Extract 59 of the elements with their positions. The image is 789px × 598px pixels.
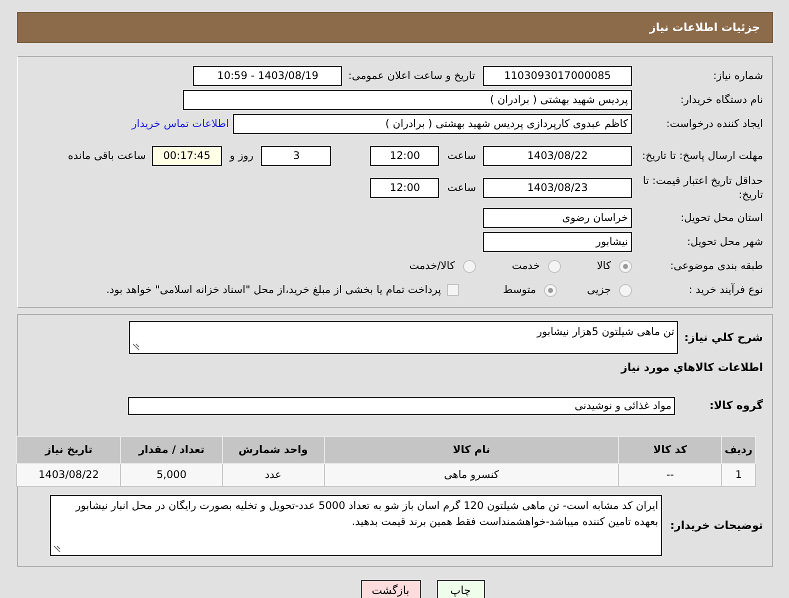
goods-heading: اطلاعات کالاهاي مورد نیاز (620, 360, 763, 376)
goods-group-field: مواد غذائی و نوشیدنی (128, 397, 676, 415)
header-title: جزئیات اطلاعات نیاز (650, 21, 760, 34)
print-button[interactable]: چاپ (436, 580, 484, 598)
buyer-org-field: پردیس شهید بهشتی ( برادران ) (183, 90, 632, 110)
table-cell: کنسرو ماهی (324, 464, 619, 486)
field-label: شهر محل تحویل: (686, 235, 764, 249)
contact-info-link[interactable]: اطلاعات تماس خریدار (132, 118, 229, 130)
field-label: گروه کالا: (709, 398, 763, 414)
announce-date-field: 1403/08/19 - 10:59 (193, 66, 342, 86)
treasury-note: پرداخت تمام یا بخشی از مبلغ خرید،از محل "اسناد خزانه اسلامی" خواهد بود. (106, 284, 442, 296)
field-label: طبقه بندی موضوعی: (669, 259, 764, 273)
field-label: حداقل تاریخ اعتبار قیمت: تا تاریخ: (642, 174, 764, 202)
buyer-notes-textarea[interactable]: ایران کد مشابه است- تن ماهی شیلتون 120 گرم اسان باز شو به تعداد 5000 عدد-تحویل و تخلیه بصورت رایگان در محل انبار نیشابور بعهده تامین کننده میباشد-خواهشمنداست فقط همین برند قیمت بدهید. (50, 495, 662, 556)
requester-field: کاظم عبدوی کارپردازی پردیس شهید بهشتی ( برادران ) (233, 114, 632, 134)
remaining-time-field: 00:17:45 (152, 146, 222, 166)
back-button[interactable]: بازگشت (360, 580, 420, 598)
need-number-field: 1103093017000085 (483, 66, 632, 86)
option-label: خدمت (512, 260, 540, 272)
validity-date-field: 1403/08/23 (483, 178, 632, 198)
days-field: 3 (261, 146, 332, 166)
reply-date-field: 1403/08/22 (483, 146, 632, 166)
column-header: تعداد / مقدار (120, 436, 222, 464)
column-header: تاریخ نیاز (16, 436, 121, 464)
column-header: نام کالا (324, 436, 619, 464)
option-label: متوسط (503, 284, 536, 296)
reply-time-field: 12:00 (370, 146, 440, 166)
field-label: نوع فرآیند خرید : (688, 283, 764, 297)
field-label: استان محل تحویل: (680, 211, 764, 225)
field-label: ساعت (447, 150, 476, 162)
column-header: ردیف (722, 436, 756, 464)
field-label: ساعت (447, 182, 476, 194)
buyer-notes-text: ایران کد مشابه است- تن ماهی شیلتون 120 گرم اسان باز شو به تعداد 5000 عدد-تحویل و تخلیه بصورت رایگان در محل انبار نیشابور بعهده تامین کننده میباشد-خواهشمنداست فقط همین برند قیمت بدهید. (76, 500, 658, 528)
field-label: ساعت باقی مانده (68, 150, 146, 162)
resize-grip-icon[interactable] (132, 343, 140, 351)
field-label: شماره نیاز: (712, 69, 764, 83)
table-cell: عدد (222, 464, 324, 486)
option-label: کالا/خدمت (409, 260, 455, 272)
field-label: مهلت ارسال پاسخ: تا تاریخ: (640, 149, 764, 163)
resize-grip-icon[interactable] (53, 545, 62, 553)
field-label: ایجاد کننده درخواست: (665, 117, 764, 131)
option-label: جزیی (587, 284, 611, 296)
column-header: واحد شمارش (222, 436, 324, 464)
validity-time-field: 12:00 (370, 178, 440, 198)
field-label: روز و (230, 150, 254, 162)
field-label: تاریخ و ساعت اعلان عمومی: (348, 70, 475, 82)
province-field: خراسان رضوی (483, 208, 632, 228)
table-cell: 1403/08/22 (16, 464, 121, 486)
column-header: کد کالا (618, 436, 722, 464)
table-cell: 1 (722, 464, 756, 486)
description-textarea[interactable]: تن ماهی شیلتون 5هزار نیشابور (129, 321, 678, 354)
field-label: توضیحات خریدار: (670, 518, 763, 534)
city-field: نیشابور (483, 232, 632, 252)
table-cell: -- (618, 464, 722, 486)
option-label: کالا (596, 260, 611, 272)
description-text: تن ماهی شیلتون 5هزار نیشابور (537, 326, 674, 338)
field-label: نام دستگاه خریدار: (679, 93, 764, 107)
field-label: شرح کلي نیاز: (684, 330, 763, 346)
table-cell: 5,000 (120, 464, 222, 486)
